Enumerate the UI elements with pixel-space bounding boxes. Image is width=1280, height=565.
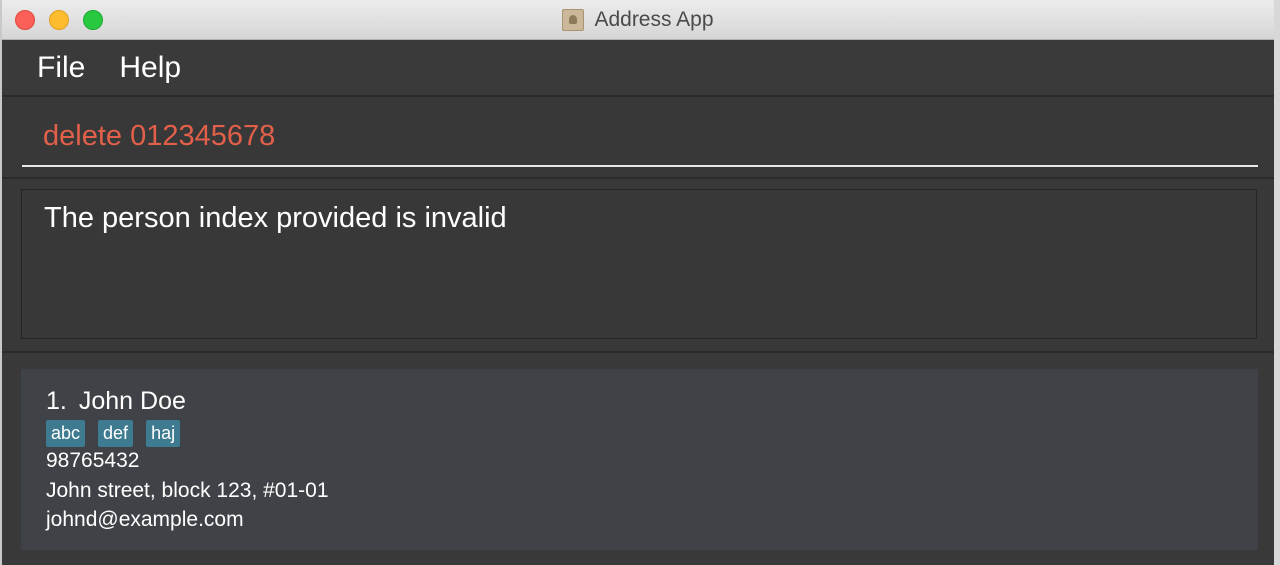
command-input[interactable] xyxy=(22,107,1258,167)
tag-badge: def xyxy=(98,420,134,447)
app-window: Address App File Help The person index p… xyxy=(2,0,1274,565)
person-list[interactable]: 1. John Doe abc def haj 98765432 John str… xyxy=(2,353,1274,565)
menu-file[interactable]: File xyxy=(33,51,89,85)
desktop-edge xyxy=(1274,0,1280,565)
person-name: John Doe xyxy=(78,387,186,415)
person-phone: 98765432 xyxy=(46,449,140,472)
person-email: johnd@example.com xyxy=(46,508,244,531)
result-display[interactable]: The person index provided is invalid xyxy=(21,189,1257,339)
menu-bar: File Help xyxy=(2,40,1274,97)
tag-badge: haj xyxy=(146,420,181,447)
result-panel: The person index provided is invalid xyxy=(2,179,1274,353)
result-message: The person index provided is invalid xyxy=(44,202,507,234)
address-book-icon xyxy=(562,9,585,31)
tag-badge: abc xyxy=(46,420,86,447)
title-bar[interactable]: Address App xyxy=(2,0,1274,40)
window-title: Address App xyxy=(594,8,714,31)
tag-list: abc def haj xyxy=(46,420,181,447)
person-index: 1. xyxy=(46,387,67,415)
command-box-panel xyxy=(2,97,1274,179)
person-card[interactable]: 1. John Doe abc def haj 98765432 John str… xyxy=(21,369,1258,550)
person-address: John street, block 123, #01-01 xyxy=(46,479,329,502)
window-title-group: Address App xyxy=(2,0,1274,40)
person-name-row: 1. John Doe xyxy=(46,387,186,416)
menu-help[interactable]: Help xyxy=(115,51,185,85)
